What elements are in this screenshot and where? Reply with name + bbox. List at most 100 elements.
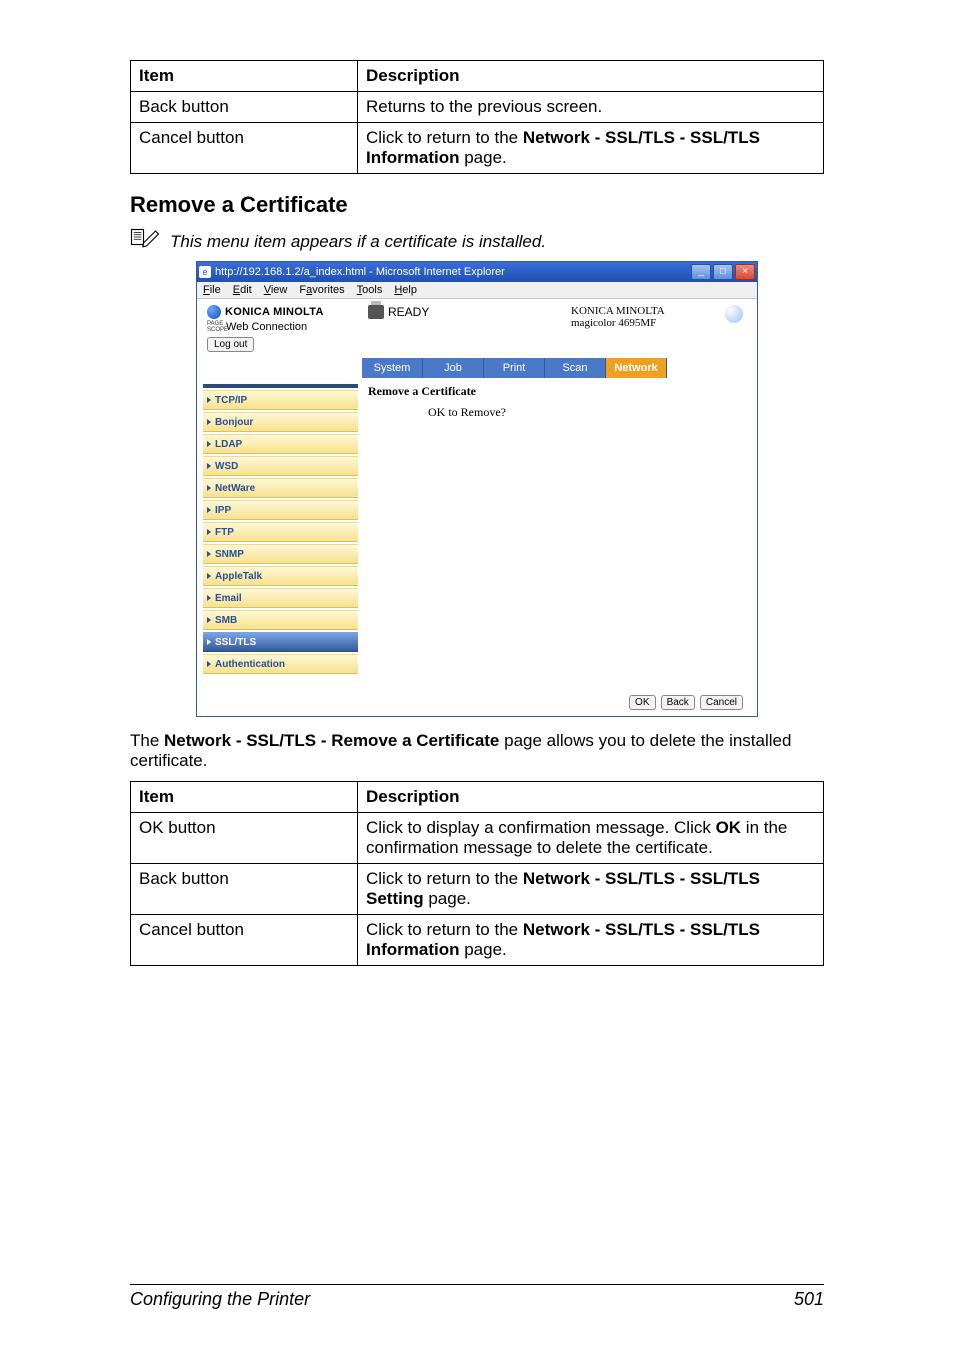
t1-r0-item: Back button	[131, 92, 358, 123]
sidebar-item-ftp[interactable]: FTP	[203, 522, 358, 542]
table-row: Back button Returns to the previous scre…	[131, 92, 824, 123]
t1-r0-desc: Returns to the previous screen.	[358, 92, 824, 123]
text: Click to return to the	[366, 920, 523, 939]
sidebar-item-snmp[interactable]: SNMP	[203, 544, 358, 564]
sidebar-item-label: SMB	[215, 615, 237, 626]
ie-icon: e	[199, 266, 211, 278]
table-row: OK button Click to display a confirmatio…	[131, 813, 824, 864]
tab-print[interactable]: Print	[484, 358, 545, 378]
t2-r0-desc: Click to display a confirmation message.…	[358, 813, 824, 864]
bold-text: Network - SSL/TLS - Remove a Certificate	[164, 731, 499, 750]
menu-bar: File Edit View Favorites Tools Help	[197, 282, 757, 299]
menu-favorites[interactable]: Favorites	[299, 284, 344, 296]
minimize-button[interactable]: _	[691, 264, 711, 280]
sidebar-item-appletalk[interactable]: AppleTalk	[203, 566, 358, 586]
cancel-button[interactable]: Cancel	[700, 695, 743, 710]
window-title: http://192.168.1.2/a_index.html - Micros…	[215, 266, 505, 278]
brand-logo: KONICA MINOLTA	[207, 305, 362, 319]
tab-network[interactable]: Network	[606, 358, 667, 378]
back-button[interactable]: Back	[661, 695, 695, 710]
tab-system[interactable]: System	[362, 358, 423, 378]
table-2: Item Description OK button Click to disp…	[130, 781, 824, 966]
text: Click to display a confirmation message.…	[366, 818, 716, 837]
maximize-button[interactable]: □	[713, 264, 733, 280]
t2-h2: Description	[358, 782, 824, 813]
note-row: This menu item appears if a certificate …	[130, 226, 824, 253]
note-text: This menu item appears if a certificate …	[170, 226, 546, 252]
ok-button[interactable]: OK	[629, 695, 655, 710]
t1-r1-desc: Click to return to the Network - SSL/TLS…	[358, 123, 824, 174]
table-row: Back button Click to return to the Netwo…	[131, 864, 824, 915]
printer-icon	[368, 305, 384, 319]
sidebar-item-label: Email	[215, 593, 242, 604]
sidebar-item-label: TCP/IP	[215, 395, 247, 406]
t2-r2-item: Cancel button	[131, 915, 358, 966]
table-1: Item Description Back button Returns to …	[130, 60, 824, 174]
text: Click to return to the	[366, 869, 523, 888]
sidebar-item-label: SNMP	[215, 549, 244, 560]
logout-button[interactable]: Log out	[207, 337, 254, 352]
sidebar-item-ldap[interactable]: LDAP	[203, 434, 358, 454]
table-row: Cancel button Click to return to the Net…	[131, 915, 824, 966]
t2-h1: Item	[131, 782, 358, 813]
sidebar-item-smb[interactable]: SMB	[203, 610, 358, 630]
menu-help[interactable]: Help	[394, 284, 417, 296]
footer-title: Configuring the Printer	[130, 1289, 310, 1310]
globe-icon	[207, 305, 221, 319]
sidebar-item-label: WSD	[215, 461, 238, 472]
body-paragraph: The Network - SSL/TLS - Remove a Certifi…	[130, 731, 824, 771]
status-text: READY	[388, 305, 429, 319]
web-connection-label: Web Connection	[226, 321, 307, 333]
pagescope-icon: PAGESCOPE	[207, 321, 223, 333]
sidebar-item-label: IPP	[215, 505, 231, 516]
sidebar-item-netware[interactable]: NetWare	[203, 478, 358, 498]
t1-h2: Description	[358, 61, 824, 92]
main-panel-prompt: OK to Remove?	[428, 405, 747, 420]
browser-window: e http://192.168.1.2/a_index.html - Micr…	[196, 261, 758, 717]
sidebar-item-label: AppleTalk	[215, 571, 262, 582]
sidebar-item-label: Bonjour	[215, 417, 253, 428]
menu-view[interactable]: View	[264, 284, 288, 296]
sidebar: TCP/IP Bonjour LDAP WSD NetWare IPP FTP …	[197, 378, 362, 680]
tab-job[interactable]: Job	[423, 358, 484, 378]
menu-file[interactable]: File	[203, 284, 221, 296]
text: The	[130, 731, 164, 750]
sidebar-item-wsd[interactable]: WSD	[203, 456, 358, 476]
sidebar-item-ssltls[interactable]: SSL/TLS	[203, 632, 358, 652]
sidebar-item-label: FTP	[215, 527, 234, 538]
page-footer: Configuring the Printer 501	[130, 1284, 824, 1310]
t1-r1-item: Cancel button	[131, 123, 358, 174]
t1-h1: Item	[131, 61, 358, 92]
sidebar-item-bonjour[interactable]: Bonjour	[203, 412, 358, 432]
menu-edit[interactable]: Edit	[233, 284, 252, 296]
table-row: Cancel button Click to return to the Net…	[131, 123, 824, 174]
note-icon	[130, 226, 160, 253]
t2-r2-desc: Click to return to the Network - SSL/TLS…	[358, 915, 824, 966]
sidebar-item-authentication[interactable]: Authentication	[203, 654, 358, 674]
text: Click to return to the	[366, 128, 523, 147]
t2-r1-item: Back button	[131, 864, 358, 915]
tab-scan[interactable]: Scan	[545, 358, 606, 378]
sidebar-item-label: Authentication	[215, 659, 285, 670]
text: page.	[460, 148, 507, 167]
sidebar-item-label: SSL/TLS	[215, 637, 256, 648]
t2-r0-item: OK button	[131, 813, 358, 864]
sidebar-item-email[interactable]: Email	[203, 588, 358, 608]
close-button[interactable]: ×	[735, 264, 755, 280]
sidebar-item-ipp[interactable]: IPP	[203, 500, 358, 520]
main-panel-title: Remove a Certificate	[368, 384, 747, 399]
text: page.	[460, 940, 507, 959]
ie-globe-icon	[725, 305, 743, 323]
window-titlebar: e http://192.168.1.2/a_index.html - Micr…	[197, 262, 757, 282]
device-model: magicolor 4695MF	[571, 317, 721, 329]
bold-text: OK	[716, 818, 742, 837]
sidebar-item-label: NetWare	[215, 483, 255, 494]
menu-tools[interactable]: Tools	[357, 284, 383, 296]
brand-text: KONICA MINOLTA	[225, 306, 324, 318]
sidebar-item-tcpip[interactable]: TCP/IP	[203, 390, 358, 410]
text: page.	[424, 889, 471, 908]
t2-r1-desc: Click to return to the Network - SSL/TLS…	[358, 864, 824, 915]
section-heading: Remove a Certificate	[130, 192, 824, 218]
device-brand: KONICA MINOLTA	[571, 305, 721, 317]
sidebar-item-label: LDAP	[215, 439, 242, 450]
